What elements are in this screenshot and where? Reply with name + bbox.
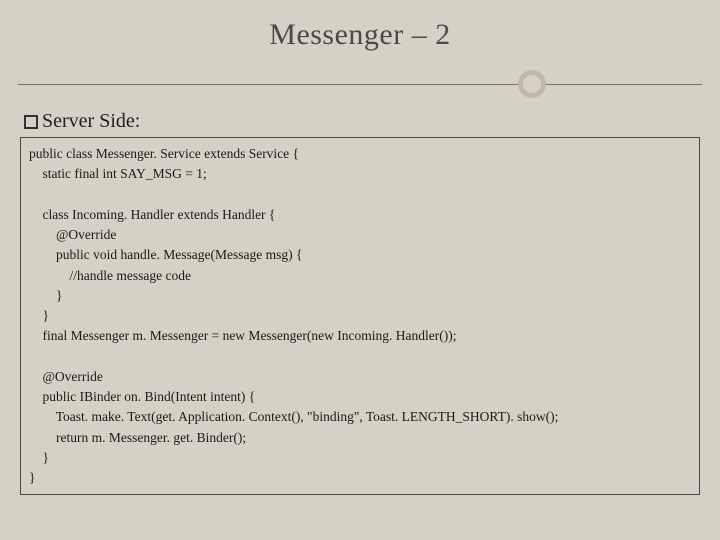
code-block: public class Messenger. Service extends … (20, 137, 700, 495)
slide: Messenger – 2 Server Side: public class … (18, 8, 702, 532)
divider-line-left (18, 84, 518, 85)
subheader-text: Server Side: (42, 110, 140, 133)
square-bullet-icon (24, 115, 38, 129)
slide-title: Messenger – 2 (18, 18, 702, 52)
subheader: Server Side: (24, 110, 696, 133)
divider-line-right (546, 84, 702, 85)
title-divider (18, 70, 702, 98)
divider-circle-icon (518, 70, 546, 98)
